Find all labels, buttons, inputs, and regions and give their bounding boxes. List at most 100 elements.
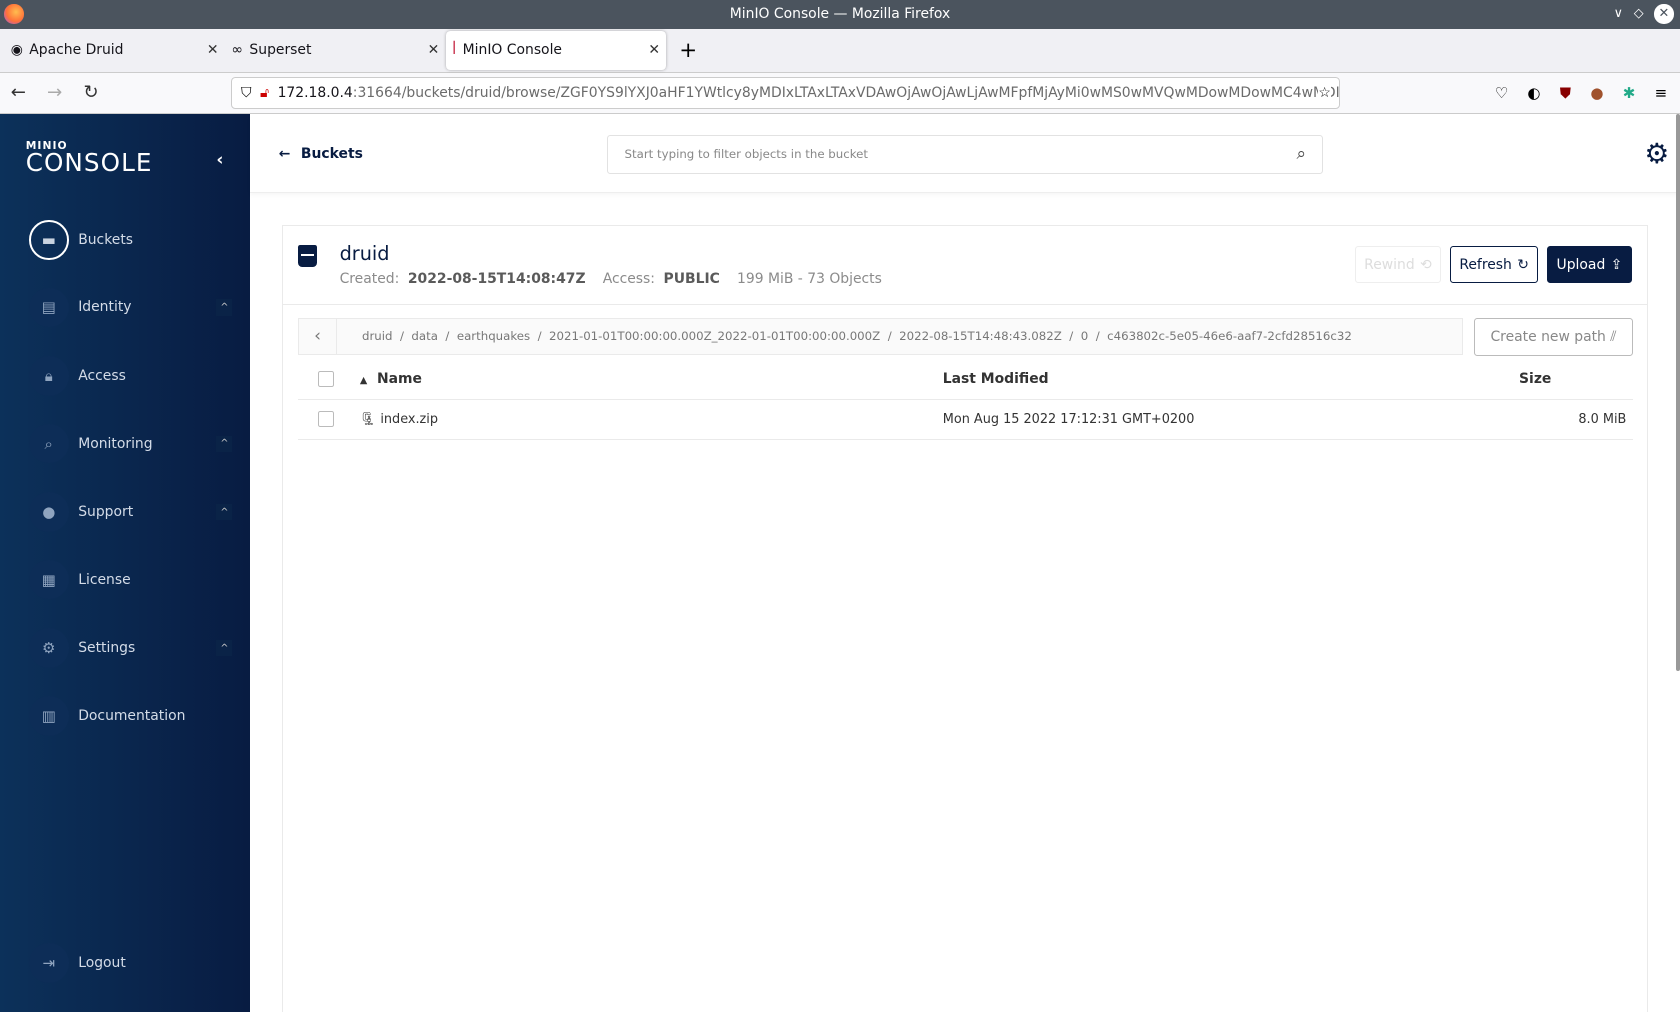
forward-icon[interactable]: → [36, 82, 72, 103]
objects-table: ▲ Name Last Modified Size 🗜︎ index.zip M… [297, 358, 1633, 440]
support-icon: ● [28, 492, 69, 532]
settings-gear-icon[interactable]: ⚙ [1644, 137, 1669, 170]
refresh-label: Refresh [1459, 256, 1512, 273]
tab-superset[interactable]: ∞ Superset ✕ [225, 31, 446, 70]
window-title: MinIO Console — Mozilla Firefox [729, 6, 951, 23]
row-checkbox[interactable] [318, 411, 335, 428]
nav-bar: ← → ↻ ⛉ 🔓︎ 172.18.0.4:31664/buckets/druid/… [0, 72, 1680, 114]
sidebar-item-logout[interactable]: ⇥ Logout [28, 943, 233, 984]
tab-apache-druid[interactable]: ◉ Apache Druid ✕ [4, 31, 225, 70]
filter-objects-input[interactable]: Start typing to filter objects in the bu… [607, 134, 1324, 174]
minimize-icon[interactable]: ∨ [1614, 6, 1623, 21]
rewind-button[interactable]: Rewind ⟲ [1354, 246, 1442, 283]
tab-label: Apache Druid [29, 42, 124, 59]
bucket-name: druid [339, 242, 390, 266]
ublock-icon[interactable]: ⛊ [1560, 84, 1571, 102]
create-new-path-button[interactable]: Create new path ⫽ [1474, 318, 1633, 356]
reload-icon[interactable]: ↻ [73, 82, 109, 103]
url-path: :31664/buckets/druid/browse/ZGF0YS9lYXJ0… [352, 85, 1340, 102]
sidebar-item-support[interactable]: ● Support ^ [28, 492, 233, 533]
breadcrumb-path[interactable]: druid / data / earthquakes / 2021-01-01T… [362, 329, 1352, 343]
close-tab-icon[interactable]: ✕ [648, 42, 660, 58]
monitoring-icon: ⌕ [28, 423, 69, 464]
create-path-label: Create new path [1490, 328, 1606, 345]
back-icon[interactable]: ← [0, 82, 36, 103]
chevron-up-icon[interactable]: ^ [216, 299, 233, 316]
refresh-icon: ↻ [1517, 256, 1529, 273]
column-name[interactable]: ▲ Name [359, 358, 943, 401]
sidebar-item-label: Documentation [78, 707, 186, 724]
insecure-lock-icon: 🔓︎ [259, 85, 269, 102]
back-to-buckets-link[interactable]: ← Buckets [279, 146, 363, 162]
refresh-button[interactable]: Refresh ↻ [1449, 246, 1539, 283]
access-label: Access: [602, 270, 655, 287]
logo-bottom: CONSOLE [25, 148, 153, 178]
cookie-icon[interactable]: ● [1590, 84, 1603, 102]
search-icon: ⌕ [1296, 144, 1307, 165]
logout-icon: ⇥ [28, 943, 69, 984]
menu-icon[interactable]: ≡ [1655, 84, 1668, 102]
sidebar-item-label: Logout [78, 955, 126, 972]
superset-icon: ∞ [231, 42, 243, 59]
search-placeholder: Start typing to filter objects in the bu… [624, 147, 868, 162]
bucket-header: druid Created: 2022-08-15T14:08:47Z Acces… [282, 226, 1647, 306]
sidebar: MINIO CONSOLE ‹ ▬ Buckets ▤ Identity ^ 🔒︎ Acc… [0, 113, 250, 1012]
upload-label: Upload [1556, 256, 1606, 273]
lock-icon: 🔒︎ [28, 356, 69, 396]
druid-icon: ◉ [10, 42, 23, 59]
upload-button[interactable]: Upload ⇪ [1546, 246, 1632, 283]
maximize-icon[interactable]: ◇ [1634, 6, 1644, 21]
sort-asc-icon: ▲ [359, 374, 368, 386]
close-tab-icon[interactable]: ✕ [207, 42, 219, 58]
top-bar: ← Buckets Start typing to filter objects … [249, 114, 1680, 193]
breadcrumb: ‹ druid / data / earthquakes / 2021-01-01… [297, 318, 1464, 355]
column-label: Name [377, 370, 422, 387]
close-tab-icon[interactable]: ✕ [428, 42, 440, 58]
gear-icon: ⚙ [28, 628, 69, 669]
window-titlebar: MinIO Console — Mozilla Firefox ∨ ◇ ✕ [0, 0, 1680, 29]
sidebar-item-label: Support [78, 504, 134, 521]
bucket-usage: 199 MiB - 73 Objects [737, 270, 882, 287]
bucket-icon [297, 245, 318, 267]
tab-minio-console[interactable]: ꟾ MinIO Console ✕ [445, 31, 667, 70]
bucket-panel: druid Created: 2022-08-15T14:08:47Z Acces… [281, 224, 1648, 1012]
created-value: 2022-08-15T14:08:47Z [407, 270, 586, 287]
sidebar-item-identity[interactable]: ▤ Identity ^ [28, 287, 233, 328]
chevron-up-icon[interactable]: ^ [216, 504, 233, 521]
collapse-sidebar-icon[interactable]: ‹ [216, 150, 223, 170]
object-size: 8.0 MiB [1417, 399, 1633, 440]
sidebar-item-buckets[interactable]: ▬ Buckets [28, 220, 233, 261]
extension-icon[interactable]: ◐ [1527, 84, 1540, 102]
object-last-modified: Mon Aug 15 2022 17:12:31 GMT+0200 [942, 399, 1418, 440]
extension-icon[interactable]: ✱ [1623, 84, 1636, 102]
shield-icon: ⛉ [240, 85, 252, 102]
sidebar-item-documentation[interactable]: ▥ Documentation [28, 695, 233, 736]
column-label: Size [1519, 370, 1552, 387]
bucket-meta: Created: 2022-08-15T14:08:47Z Access: PUBL… [340, 271, 882, 287]
object-name[interactable]: index.zip [380, 412, 438, 427]
sidebar-item-access[interactable]: 🔒︎ Access [28, 356, 233, 397]
column-last-modified[interactable]: Last Modified [942, 358, 1418, 401]
scrollbar[interactable] [1675, 113, 1680, 671]
sidebar-item-monitoring[interactable]: ⌕ Monitoring ^ [28, 423, 233, 464]
table-row[interactable]: 🗜︎ index.zip Mon Aug 15 2022 17:12:31 GM… [297, 399, 1633, 440]
close-window-icon[interactable]: ✕ [1654, 4, 1674, 24]
column-size[interactable]: Size [1417, 358, 1633, 401]
sidebar-item-settings[interactable]: ⚙ Settings ^ [28, 628, 233, 669]
new-tab-button[interactable]: + [679, 38, 697, 63]
url-bar[interactable]: ⛉ 🔓︎ 172.18.0.4:31664/buckets/druid/browse… [231, 77, 1341, 110]
sidebar-item-label: Settings [78, 640, 136, 657]
arrow-left-icon: ← [278, 145, 291, 162]
select-all-checkbox[interactable] [318, 370, 335, 387]
chevron-up-icon[interactable]: ^ [216, 435, 233, 452]
breadcrumb-back-icon[interactable]: ‹ [299, 319, 338, 354]
pocket-icon[interactable]: ♡ [1495, 84, 1508, 102]
url-host: 172.18.0.4 [277, 85, 353, 102]
chevron-up-icon[interactable]: ^ [216, 640, 233, 657]
sidebar-item-label: Identity [78, 299, 132, 316]
bookmark-star-icon[interactable]: ☆ [1318, 85, 1331, 102]
sidebar-item-license[interactable]: ▦ License [28, 559, 233, 600]
access-value: PUBLIC [663, 270, 720, 287]
table-header: ▲ Name Last Modified Size [297, 358, 1633, 401]
tab-strip: ◉ Apache Druid ✕ ∞ Superset ✕ ꟾ MinIO Console… [0, 28, 1680, 73]
